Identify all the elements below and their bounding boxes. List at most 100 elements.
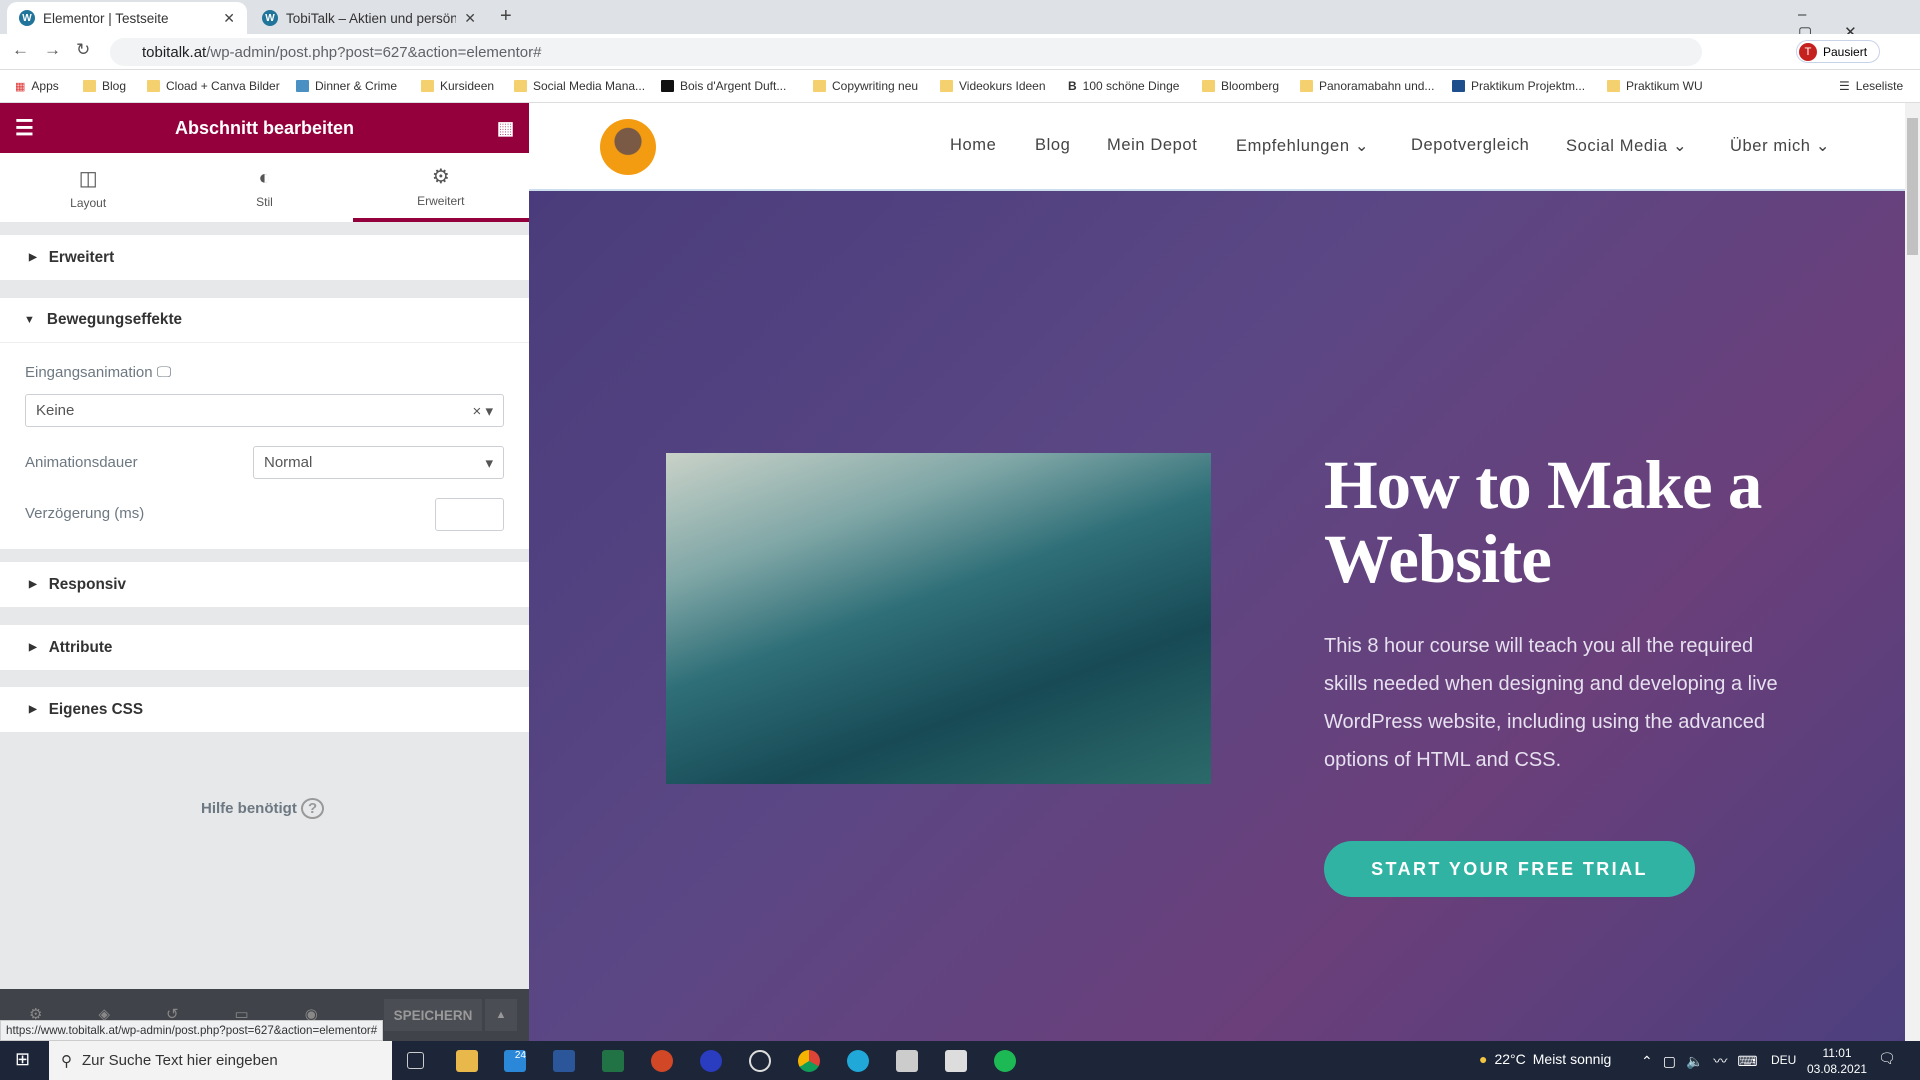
section-erweitert[interactable]: ▶ Erweitert [0,235,529,280]
new-tab-button[interactable]: + [500,5,512,28]
nav-social-media[interactable]: Social Media ⌄ [1566,136,1687,156]
section-attribute[interactable]: ▶ Attribute [0,625,529,670]
close-icon[interactable]: ✕ [223,10,235,27]
powerpoint-icon[interactable] [651,1050,673,1072]
app-icon[interactable] [945,1050,967,1072]
taskbar-search[interactable]: ⚲ Zur Suche Text hier eingeben [49,1041,392,1080]
explorer-icon[interactable] [456,1050,478,1072]
tab-title: TobiTalk – Aktien und persönliche [285,10,457,26]
nav-empfehlungen[interactable]: Empfehlungen ⌄ [1236,136,1369,156]
hero-description: This 8 hour course will teach you all th… [1324,635,1778,771]
spotify-icon[interactable] [994,1050,1016,1072]
help-link[interactable]: Hilfe benötigt ? [201,798,325,819]
bookmarks-bar: ▦ Apps Blog Cload + Canva Bilder Dinner &… [0,70,1920,103]
bookmark[interactable]: Praktikum Projektm... [1452,79,1585,93]
scrollbar[interactable] [1905,103,1920,1041]
bookmark[interactable]: Videokurs Ideen [940,79,1046,93]
app-icon[interactable] [896,1050,918,1072]
profile-label: Pausiert [1823,44,1868,59]
task-view-icon[interactable] [407,1052,424,1069]
nav-blog[interactable]: Blog [1035,136,1070,155]
section-css[interactable]: ▶ Eigenes CSS [0,687,529,732]
entrance-animation-select[interactable]: Keine × ▾ [25,394,504,427]
cta-button[interactable]: START YOUR FREE TRIAL [1324,841,1695,897]
save-button[interactable]: SPEICHERN [384,999,482,1031]
word-icon[interactable] [553,1050,575,1072]
notification-icon[interactable]: 🗨 [1878,1050,1896,1067]
duration-label: Animationsdauer [25,454,138,471]
site-logo[interactable] [600,119,656,175]
profile-button[interactable]: T Pausiert [1796,40,1880,63]
delay-label: Verzögerung (ms) [25,505,145,522]
bookmark[interactable]: Kursideen [421,79,494,93]
nav-mein-depot[interactable]: Mein Depot [1107,136,1197,155]
language-indicator[interactable]: DEU [1771,1053,1796,1067]
panel-title: Abschnitt bearbeiten [174,117,355,138]
tab-stil[interactable]: ◐ Stil [176,153,352,222]
bookmark[interactable]: Praktikum WU [1607,79,1703,93]
excel-icon[interactable] [602,1050,624,1072]
mail-icon[interactable]: 24 [504,1050,526,1072]
site-preview: Home Blog Mein Depot Empfehlungen ⌄ Depo… [529,103,1905,1041]
url-host: tobitalk.at [142,43,207,61]
wordpress-icon: W [19,10,35,26]
bookmark[interactable]: B 100 schöne Dinge [1068,79,1179,93]
bookmark[interactable]: Copywriting neu [813,79,918,93]
grid-icon[interactable]: ▦ [497,118,514,139]
section-header[interactable]: ▼ Bewegungseffekte [0,298,529,343]
search-icon: ⚲ [61,1052,72,1070]
nav-depotvergleich[interactable]: Depotvergleich [1411,136,1529,155]
hero-video[interactable] [666,453,1211,784]
tab-bar: W Elementor | Testseite ✕ W TobiTalk – Akti… [0,0,1920,41]
tab-layout[interactable]: ◫ Layout [0,153,176,222]
entrance-label: Eingangsanimation 🖵 [25,364,172,381]
menu-icon[interactable]: ☰ [15,116,34,141]
delay-input[interactable] [435,498,504,531]
section-responsiv[interactable]: ▶ Responsiv [0,562,529,607]
bookmark[interactable]: Panoramabahn und... [1300,79,1434,93]
help-icon: ? [301,798,325,819]
bookmark-apps[interactable]: ▦ Apps [15,79,59,93]
chrome-icon[interactable] [798,1050,820,1072]
wordpress-icon: W [262,10,278,26]
layout-icon: ◫ [78,167,98,190]
duration-select[interactable]: Normal ▾ [253,446,504,479]
windows-start-icon[interactable]: ⊞ [15,1049,30,1070]
save-options-button[interactable]: ▲ [485,999,517,1031]
hero-section: How to Make a Website This 8 hour course… [529,191,1905,1041]
bookmark[interactable]: Dinner & Crime [296,79,397,93]
panel-header: ☰ Abschnitt bearbeiten ▦ [0,103,529,153]
bookmark[interactable]: Bloomberg [1202,79,1279,93]
reading-list[interactable]: ☰ Leseliste [1839,79,1903,93]
gear-icon: ⚙ [431,165,450,188]
bookmark[interactable]: Social Media Mana... [514,79,645,93]
close-icon[interactable]: ✕ [464,10,476,27]
edge-icon[interactable] [847,1050,869,1072]
tray-icons[interactable]: ⌃▢🔈〰⌨ [1641,1051,1768,1071]
elementor-panel: ☰ Abschnitt bearbeiten ▦ ◫ Layout ◐ Stil ⚙… [0,103,529,1041]
nav-home[interactable]: Home [950,136,996,155]
tab-tobitalk[interactable]: W TobiTalk – Aktien und persönliche ✕ [250,2,488,34]
contrast-icon: ◐ [258,166,271,189]
hero-title: How to Make a Website [1324,447,1762,597]
bookmark[interactable]: Cload + Canva Bilder [147,79,280,93]
obs-icon[interactable] [749,1050,771,1072]
chevron-down-icon: ▾ [485,454,493,472]
nav-buttons[interactable]: ←→↻ [12,40,105,60]
taskbar: ⊞ ⚲ Zur Suche Text hier eingeben 24 ● 22°C… [0,1041,1920,1080]
url-path: /wp-admin/post.php?post=627&action=eleme… [206,43,542,61]
app-icon[interactable] [700,1050,722,1072]
tab-elementor[interactable]: W Elementor | Testseite ✕ [7,2,247,34]
tab-title: Elementor | Testseite [43,10,169,26]
tab-erweitert[interactable]: ⚙ Erweitert [352,153,529,222]
site-nav: Home Blog Mein Depot Empfehlungen ⌄ Depo… [529,103,1905,191]
address-bar-row: ←→↻ tobitalk.at/wp-admin/post.php?post=6… [0,34,1920,70]
section-bewegungseffekte: ▼ Bewegungseffekte Eingangsanimation 🖵 Ke… [0,298,529,549]
weather-widget[interactable]: ● 22°C Meist sonnig [1479,1051,1611,1067]
clock[interactable]: 11:01 03.08.2021 [1807,1045,1867,1077]
bookmark[interactable]: Bois d'Argent Duft... [661,79,786,93]
nav-ueber-mich[interactable]: Über mich ⌄ [1730,136,1830,156]
bookmark[interactable]: Blog [83,79,126,93]
url-input[interactable]: tobitalk.at/wp-admin/post.php?post=627&a… [110,38,1702,66]
status-url: https://www.tobitalk.at/wp-admin/post.ph… [0,1020,384,1041]
